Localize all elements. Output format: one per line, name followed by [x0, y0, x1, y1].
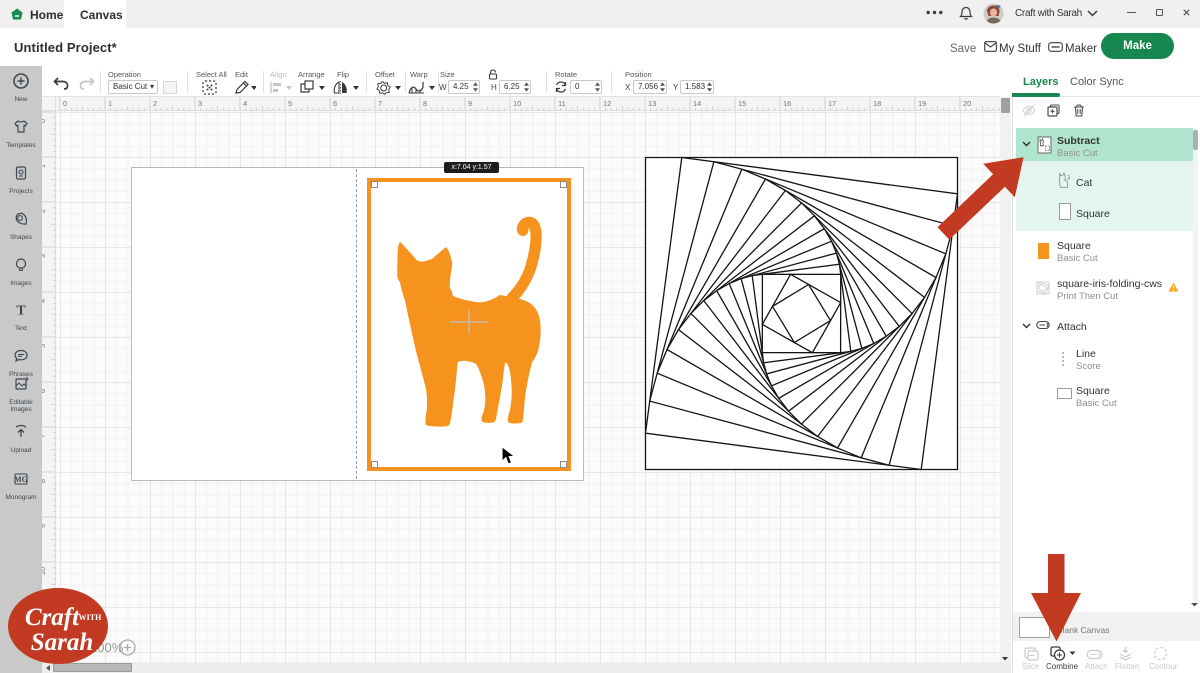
svg-text:17: 17 [828, 99, 836, 108]
svg-text:16: 16 [783, 99, 791, 108]
svg-text:5: 5 [288, 99, 292, 108]
svg-text:7: 7 [378, 99, 382, 108]
svg-text:4: 4 [42, 299, 47, 303]
svg-text:2: 2 [42, 209, 47, 213]
svg-text:3: 3 [198, 99, 202, 108]
svg-text:12: 12 [603, 99, 611, 108]
svg-text:18: 18 [873, 99, 881, 108]
svg-text:20: 20 [963, 99, 971, 108]
svg-text:13: 13 [648, 99, 656, 108]
svg-text:WITH: WITH [79, 613, 102, 622]
svg-text:1: 1 [42, 164, 47, 168]
svg-text:Sarah: Sarah [31, 629, 94, 656]
svg-text:6: 6 [42, 389, 47, 393]
svg-text:2: 2 [153, 99, 157, 108]
svg-text:3: 3 [42, 254, 47, 258]
svg-text:0: 0 [63, 99, 67, 108]
svg-text:9: 9 [42, 524, 47, 528]
svg-text:0: 0 [42, 119, 47, 123]
svg-text:Craft: Craft [25, 604, 80, 631]
svg-text:15: 15 [738, 99, 746, 108]
svg-text:14: 14 [693, 99, 701, 108]
svg-text:T: T [16, 303, 26, 318]
svg-text:19: 19 [918, 99, 926, 108]
svg-text:8: 8 [423, 99, 427, 108]
svg-text:1: 1 [108, 99, 112, 108]
svg-text:10: 10 [513, 99, 521, 108]
svg-text:9: 9 [468, 99, 472, 108]
svg-text:5: 5 [42, 344, 47, 348]
svg-text:MG: MG [14, 475, 28, 484]
svg-text:10: 10 [42, 567, 47, 575]
svg-text:6: 6 [333, 99, 337, 108]
svg-text:8: 8 [42, 479, 47, 483]
svg-text:4: 4 [243, 99, 247, 108]
svg-text:11: 11 [558, 99, 566, 108]
svg-text:7: 7 [42, 434, 47, 438]
